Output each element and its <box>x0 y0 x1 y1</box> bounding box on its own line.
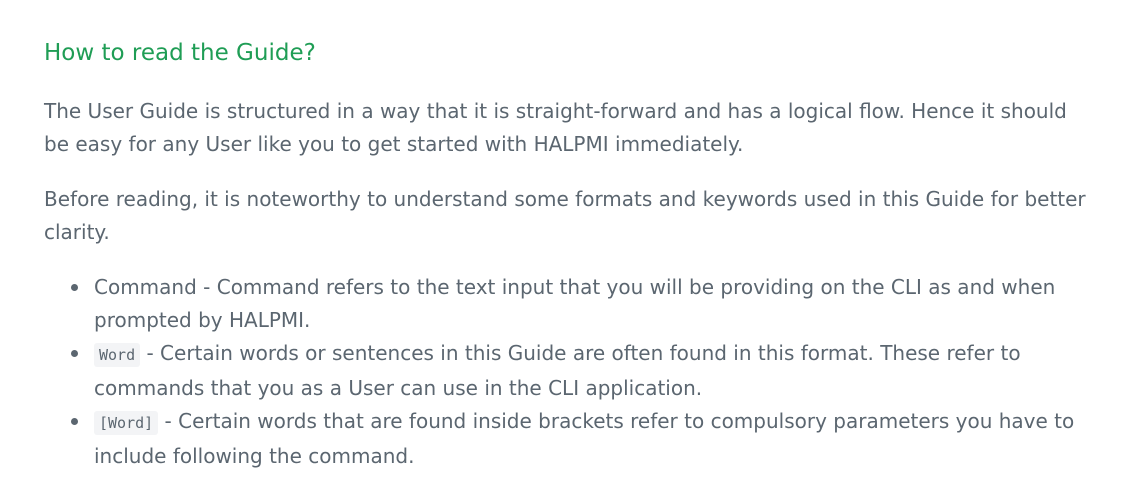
inline-code-bracket-word: [Word] <box>94 411 159 435</box>
bullet-icon <box>71 284 78 291</box>
inline-code-word: Word <box>94 343 141 367</box>
list-item-text: Command - Command refers to the text inp… <box>94 275 1056 332</box>
list-item-text: - Certain words that are found inside br… <box>94 409 1075 468</box>
list-item-text: - Certain words or sentences in this Gui… <box>94 341 1021 400</box>
formats-paragraph: Before reading, it is noteworthy to unde… <box>44 187 1086 244</box>
section-heading: How to read the Guide? <box>44 40 316 66</box>
intro-paragraph: The User Guide is structured in a way th… <box>44 99 1067 156</box>
list-item-word: Word - Certain words or sentences in thi… <box>44 337 1084 405</box>
bullet-icon <box>71 418 78 425</box>
list-item-command: Command - Command refers to the text inp… <box>44 271 1084 337</box>
keyword-list: Command - Command refers to the text inp… <box>44 271 1084 473</box>
bullet-icon <box>71 350 78 357</box>
list-item-bracket-word: [Word] - Certain words that are found in… <box>44 405 1084 473</box>
